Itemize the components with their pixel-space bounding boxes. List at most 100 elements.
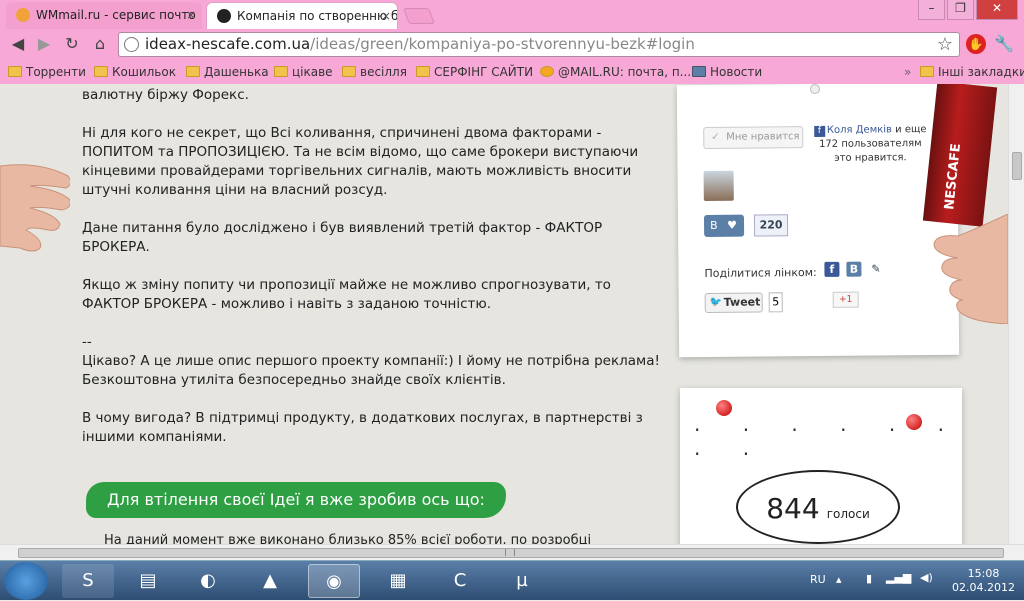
file-explorer-icon[interactable]: ▤ (122, 564, 174, 598)
bookmark-dashenka[interactable]: Дашенька (186, 63, 269, 81)
bookmark-label: цікаве (292, 65, 333, 79)
url-path: /ideas/green/kompaniya-po-stvorennyu-bez… (310, 35, 695, 53)
vk-icon (692, 66, 706, 77)
folder-icon (416, 66, 430, 77)
window-controls: – ❐ ✕ (918, 0, 1018, 20)
nescafe-pack-image: NESCAFE (922, 84, 998, 227)
right-hand-image (933, 214, 1008, 324)
tab-close-icon[interactable]: × (381, 3, 391, 29)
language-indicator[interactable]: RU (810, 573, 826, 586)
wmmail-favicon-icon (16, 8, 30, 22)
bookmark-news[interactable]: Новости (692, 63, 762, 81)
reload-icon[interactable]: ↻ (62, 34, 82, 54)
facebook-user-link[interactable]: Коля Демків (827, 124, 892, 136)
votes-note-card: · · · · · · · · 844 голоси (680, 388, 962, 544)
article-paragraph: Цікаво? А це лише опис першого проекту к… (82, 353, 660, 388)
close-window-button[interactable]: ✕ (976, 0, 1018, 20)
bookmark-wallet[interactable]: Кошильок (94, 63, 176, 81)
bookmark-star-icon[interactable]: ☆ (937, 33, 953, 56)
network-signal-icon[interactable]: ▂▄▆ (886, 571, 911, 584)
bookmark-wedding[interactable]: весілля (342, 63, 407, 81)
bookmark-label: СЕРФІНГ САЙТИ (434, 65, 534, 79)
skype-icon[interactable]: S (62, 564, 114, 598)
bookmark-torrents[interactable]: Торренти (8, 63, 86, 81)
votes-count: 844 (766, 492, 820, 525)
tray-chevron-icon[interactable]: ▴ (836, 573, 842, 586)
tab-title: WMmail.ru - сервис почто (36, 8, 196, 22)
folder-icon (8, 66, 22, 77)
vk-share-icon[interactable]: B (846, 261, 862, 277)
facebook-icon: f (813, 125, 825, 138)
home-icon[interactable]: ⌂ (90, 34, 110, 54)
bookmarks-bar: Торренти Кошильок Дашенька цікаве весілл… (0, 59, 1024, 84)
system-tray: RU ▴ ▮ ▂▄▆ ◀) 15:08 02.04.2012 (808, 561, 1024, 601)
tweet-button[interactable]: Tweet (704, 292, 763, 313)
chrome-icon[interactable]: ◉ (308, 564, 360, 598)
bookmark-interesting[interactable]: цікаве (274, 63, 333, 81)
votes-counter[interactable]: 844 голоси (736, 470, 900, 544)
scroll-grip-icon (505, 549, 515, 556)
facebook-share-icon[interactable]: f (824, 261, 840, 277)
winrar-icon[interactable]: ▦ (372, 564, 424, 598)
article-paragraph: Дане питання було досліджено і був виявл… (82, 220, 603, 255)
aimp-icon[interactable]: ▲ (244, 564, 296, 598)
toolbar: ◀ ▶ ↻ ⌂ ideax-nescafe.com.ua/ideas/green… (0, 29, 1024, 59)
vk-like-widget[interactable]: B ♥ (703, 214, 745, 237)
dotted-line-decoration: · · · · · · · · (694, 418, 962, 466)
vk-like-count: 220 (753, 214, 789, 237)
article-cut-line: На даний момент вже виконано близько 85%… (104, 533, 592, 544)
share-label: Поділитися лінком: (704, 266, 817, 280)
windows-taskbar: S ▤ ◐ ▲ ◉ ▦ C µ RU ▴ ▮ ▂▄▆ ◀) 15:08 02.0… (0, 560, 1024, 600)
new-tab-button[interactable] (403, 8, 435, 24)
battery-icon[interactable]: ▮ (866, 572, 872, 585)
adblock-icon[interactable]: ✋ (966, 34, 986, 54)
avatar[interactable] (703, 170, 734, 201)
volume-icon[interactable]: ◀) (920, 571, 933, 584)
clock[interactable]: 15:08 02.04.2012 (952, 567, 1015, 595)
ccleaner-blue-icon[interactable]: C (434, 564, 486, 598)
minimize-button[interactable]: – (918, 0, 945, 20)
folder-icon (920, 66, 934, 77)
tab-title: Компанія по створенню бі (237, 9, 398, 23)
nescafe-favicon-icon (217, 9, 231, 23)
bookmark-label: Кошильок (112, 65, 176, 79)
tab-close-icon[interactable]: × (186, 2, 196, 28)
pencil-share-icon[interactable]: ✎ (868, 261, 883, 276)
folder-icon (274, 66, 288, 77)
page-content: валютну біржу Форекс. Ні для кого не сек… (0, 84, 1008, 544)
horizontal-scrollbar[interactable] (0, 544, 1024, 560)
bookmark-label: @MAIL.RU: почта, п... (558, 65, 692, 79)
bookmarks-overflow-chevron[interactable]: » (896, 63, 911, 81)
url-host: ideax-nescafe.com.ua (145, 35, 311, 53)
google-plus-button[interactable]: +1 (832, 291, 859, 308)
back-icon[interactable]: ◀ (8, 34, 28, 54)
wrench-icon[interactable]: 🔧 (994, 34, 1014, 54)
start-button[interactable] (4, 562, 48, 600)
tab-wmmail[interactable]: WMmail.ru - сервис почто × (6, 2, 202, 29)
vertical-scrollbar[interactable] (1008, 84, 1024, 544)
bookmark-surfing[interactable]: СЕРФІНГ САЙТИ (416, 63, 533, 81)
bookmark-mailru[interactable]: @MAIL.RU: почта, п... (540, 63, 691, 81)
bookmark-other[interactable]: Інші закладки (920, 63, 1024, 81)
forward-icon[interactable]: ▶ (34, 34, 54, 54)
social-note-card: Мне нравится fКоля Демків и еще 172 поль… (676, 84, 960, 358)
bookmark-label: Торренти (26, 65, 86, 79)
vertical-scroll-thumb[interactable] (1012, 152, 1022, 180)
maximize-button[interactable]: ❐ (947, 0, 974, 20)
address-bar[interactable]: ideax-nescafe.com.ua/ideas/green/kompani… (118, 32, 960, 57)
section-heading: Для втілення своєї Ідеї я вже зробив ось… (86, 482, 506, 518)
red-pushpin-icon (716, 400, 732, 416)
tweet-count: 5 (768, 292, 783, 313)
bookmark-label: Інші закладки (938, 65, 1024, 79)
tab-nescafe[interactable]: Компанія по створенню бі × (206, 2, 398, 29)
bookmark-label: Новости (710, 65, 763, 79)
thumbtack-icon (810, 84, 820, 94)
vk-like-button[interactable]: Мне нравится (703, 126, 804, 149)
clock-time: 15:08 (967, 567, 1000, 580)
utorrent-icon[interactable]: µ (496, 564, 548, 598)
bookmark-label: весілля (360, 65, 407, 79)
ccleaner-icon[interactable]: ◐ (182, 564, 234, 598)
article-paragraph: Ні для кого не секрет, що Всі коливання,… (82, 125, 639, 198)
nescafe-brand-text: NESCAFE (942, 142, 965, 211)
vk-icon: B (709, 218, 718, 232)
